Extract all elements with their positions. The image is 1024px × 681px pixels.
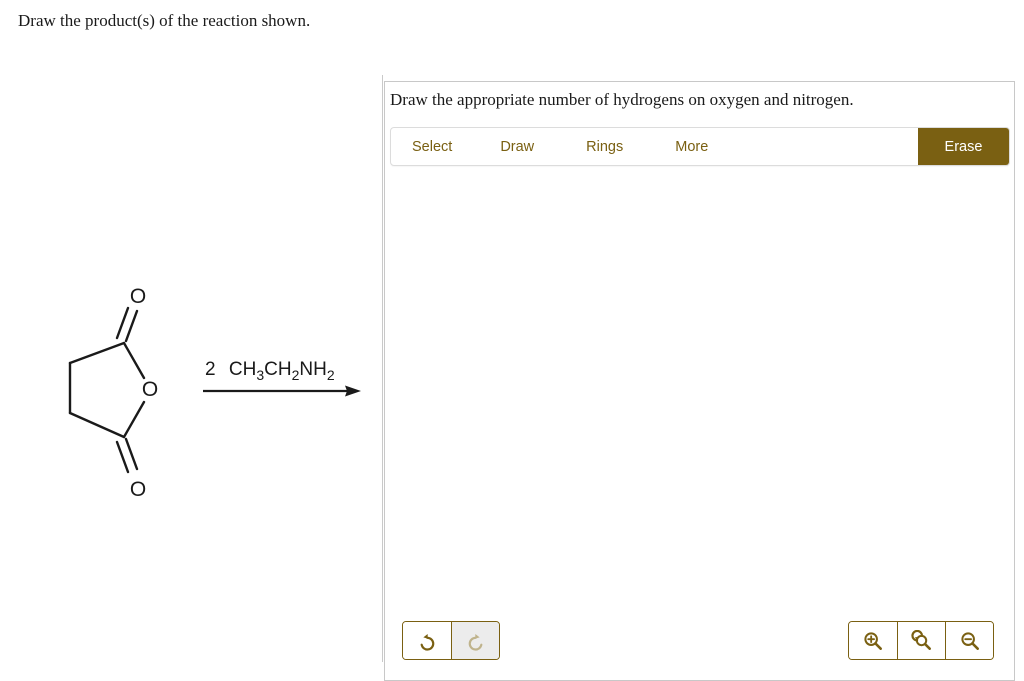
tab-rings-label: Rings (586, 138, 624, 155)
zoom-out-icon (960, 631, 979, 650)
zoom-reset-icon (910, 629, 931, 650)
drawing-toolbar: Select Draw Rings More Erase (390, 127, 1010, 166)
redo-button[interactable] (451, 622, 499, 659)
panel-instruction: Draw the appropriate number of hydrogens… (390, 90, 854, 109)
reagent-ch: CH (229, 359, 256, 380)
reagent-sub-2a: 2 (292, 367, 300, 383)
reagent-ch2: CH (264, 359, 291, 380)
tab-more-label: More (675, 138, 709, 155)
reagent-nh: NH (299, 359, 326, 380)
zoom-out-button[interactable] (945, 622, 993, 659)
tab-more[interactable]: More (675, 128, 708, 165)
tab-select-label: Select (412, 138, 453, 155)
atom-label-carbonyl-top: O (130, 285, 146, 308)
reagent-sub-2b: 2 (327, 367, 335, 383)
reagent-label: 2 CH3CH2NH2 (205, 359, 335, 383)
redo-icon (468, 633, 482, 651)
molecule-drawing-panel: Draw the appropriate number of hydrogens… (384, 81, 1015, 681)
succinic-anhydride-structure (68, 306, 146, 474)
reagent-sub-3: 3 (256, 367, 264, 383)
erase-button-label: Erase (944, 138, 983, 155)
reaction-arrow-icon (203, 385, 361, 397)
undo-icon (420, 633, 435, 651)
tab-select[interactable]: Select (412, 128, 452, 165)
zoom-in-button[interactable] (849, 622, 897, 659)
tab-draw[interactable]: Draw (500, 128, 534, 165)
zoom-controls (848, 621, 994, 660)
tab-draw-label: Draw (500, 138, 535, 155)
undo-button[interactable] (403, 622, 451, 659)
reagent-stoichiometry: 2 (205, 359, 216, 380)
zoom-in-icon (864, 631, 882, 650)
svg-text:2 CH3CH2NH2: 2 CH3CH2NH2 (205, 359, 335, 383)
atom-label-ring-oxygen: O (142, 378, 158, 401)
history-controls (402, 621, 500, 660)
column-divider (382, 75, 383, 662)
tab-rings[interactable]: Rings (586, 128, 623, 165)
atom-label-carbonyl-bottom: O (130, 478, 146, 501)
page-title: Draw the product(s) of the reaction show… (18, 11, 311, 30)
reaction-scheme: O O O 2 CH3CH2NH2 (0, 255, 380, 515)
erase-button[interactable]: Erase (918, 128, 1009, 165)
drawing-canvas[interactable] (390, 172, 1010, 610)
zoom-reset-button[interactable] (897, 622, 945, 659)
